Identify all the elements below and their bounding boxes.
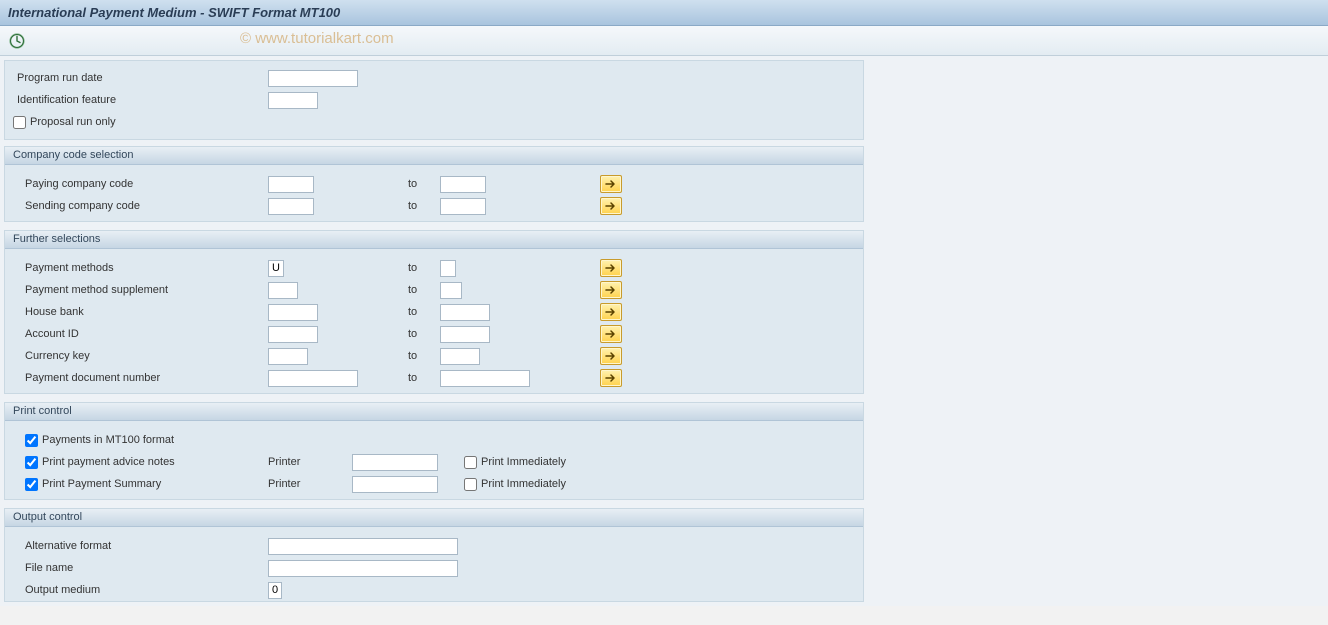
program-run-date-input[interactable] (268, 70, 358, 87)
currency-key-from[interactable] (268, 348, 308, 365)
sending-company-code-to[interactable] (440, 198, 486, 215)
summary-print-immediately-checkbox[interactable] (464, 478, 477, 491)
sending-company-code-from[interactable] (268, 198, 314, 215)
multiselect-arrow-icon (605, 351, 617, 361)
file-name-input[interactable] (268, 560, 458, 577)
summary-print-immediately-label: Print Immediately (481, 478, 566, 490)
alternative-format-input[interactable] (268, 538, 458, 555)
multiselect-arrow-icon (605, 201, 617, 211)
to-label: to (408, 372, 440, 384)
payment-doc-number-to[interactable] (440, 370, 530, 387)
to-label: to (408, 200, 440, 212)
payment-methods-to[interactable] (440, 260, 456, 277)
company-code-selection-group: Company code selection Paying company co… (4, 146, 864, 222)
program-run-date-label: Program run date (13, 72, 268, 84)
to-label: to (408, 328, 440, 340)
printer-word-2: Printer (268, 478, 352, 490)
title-bar: International Payment Medium - SWIFT For… (0, 0, 1328, 26)
to-label: to (408, 178, 440, 190)
account-id-label: Account ID (13, 328, 268, 340)
output-control-header: Output control (5, 509, 863, 527)
identification-feature-input[interactable] (268, 92, 318, 109)
to-label: to (408, 306, 440, 318)
watermark-text: © www.tutorialkart.com (240, 30, 394, 47)
payment-method-supplement-label: Payment method supplement (13, 284, 268, 296)
payment-methods-label: Payment methods (13, 262, 268, 274)
execute-clock-icon (9, 33, 25, 49)
house-bank-to[interactable] (440, 304, 490, 321)
print-summary-checkbox[interactable] (25, 478, 38, 491)
payments-mt100-checkbox[interactable] (25, 434, 38, 447)
proposal-run-only-label: Proposal run only (30, 116, 116, 128)
house-bank-from[interactable] (268, 304, 318, 321)
house-bank-multiselect[interactable] (600, 303, 622, 321)
sending-company-code-multiselect[interactable] (600, 197, 622, 215)
print-control-header: Print control (5, 403, 863, 421)
account-id-from[interactable] (268, 326, 318, 343)
account-id-to[interactable] (440, 326, 490, 343)
payment-doc-number-from[interactable] (268, 370, 358, 387)
page-title: International Payment Medium - SWIFT For… (8, 5, 340, 20)
application-toolbar: © www.tutorialkart.com (0, 26, 1328, 56)
to-label: to (408, 262, 440, 274)
multiselect-arrow-icon (605, 179, 617, 189)
proposal-run-only-checkbox[interactable] (13, 116, 26, 129)
payment-methods-multiselect[interactable] (600, 259, 622, 277)
paying-company-code-to[interactable] (440, 176, 486, 193)
summary-printer-input[interactable] (352, 476, 438, 493)
selection-screen: Program run date Identification feature … (0, 56, 1328, 606)
advice-print-immediately-label: Print Immediately (481, 456, 566, 468)
identification-feature-label: Identification feature (13, 94, 268, 106)
paying-company-code-label: Paying company code (13, 178, 268, 190)
payments-mt100-label: Payments in MT100 format (42, 434, 174, 446)
sending-company-code-label: Sending company code (13, 200, 268, 212)
to-label: to (408, 350, 440, 362)
payment-method-supplement-from[interactable] (268, 282, 298, 299)
company-code-selection-header: Company code selection (5, 147, 863, 165)
further-selections-header: Further selections (5, 231, 863, 249)
currency-key-label: Currency key (13, 350, 268, 362)
printer-word-1: Printer (268, 456, 352, 468)
multiselect-arrow-icon (605, 373, 617, 383)
currency-key-multiselect[interactable] (600, 347, 622, 365)
execute-button[interactable] (8, 32, 26, 50)
output-medium-label: Output medium (13, 584, 268, 596)
output-control-group: Output control Alternative format File n… (4, 508, 864, 602)
payment-doc-number-label: Payment document number (13, 372, 268, 384)
multiselect-arrow-icon (605, 285, 617, 295)
run-parameters: Program run date Identification feature … (4, 60, 864, 140)
print-advice-label: Print payment advice notes (42, 456, 175, 468)
payment-method-supplement-multiselect[interactable] (600, 281, 622, 299)
house-bank-label: House bank (13, 306, 268, 318)
file-name-label: File name (13, 562, 268, 574)
print-summary-label: Print Payment Summary (42, 478, 161, 490)
further-selections-group: Further selections Payment methods to Pa… (4, 230, 864, 394)
multiselect-arrow-icon (605, 263, 617, 273)
output-medium-input[interactable] (268, 582, 282, 599)
paying-company-code-multiselect[interactable] (600, 175, 622, 193)
paying-company-code-from[interactable] (268, 176, 314, 193)
to-label: to (408, 284, 440, 296)
payment-methods-from[interactable] (268, 260, 284, 277)
advice-printer-input[interactable] (352, 454, 438, 471)
multiselect-arrow-icon (605, 307, 617, 317)
multiselect-arrow-icon (605, 329, 617, 339)
currency-key-to[interactable] (440, 348, 480, 365)
payment-method-supplement-to[interactable] (440, 282, 462, 299)
account-id-multiselect[interactable] (600, 325, 622, 343)
payment-doc-number-multiselect[interactable] (600, 369, 622, 387)
advice-print-immediately-checkbox[interactable] (464, 456, 477, 469)
print-advice-checkbox[interactable] (25, 456, 38, 469)
alternative-format-label: Alternative format (13, 540, 268, 552)
print-control-group: Print control Payments in MT100 format P… (4, 402, 864, 500)
